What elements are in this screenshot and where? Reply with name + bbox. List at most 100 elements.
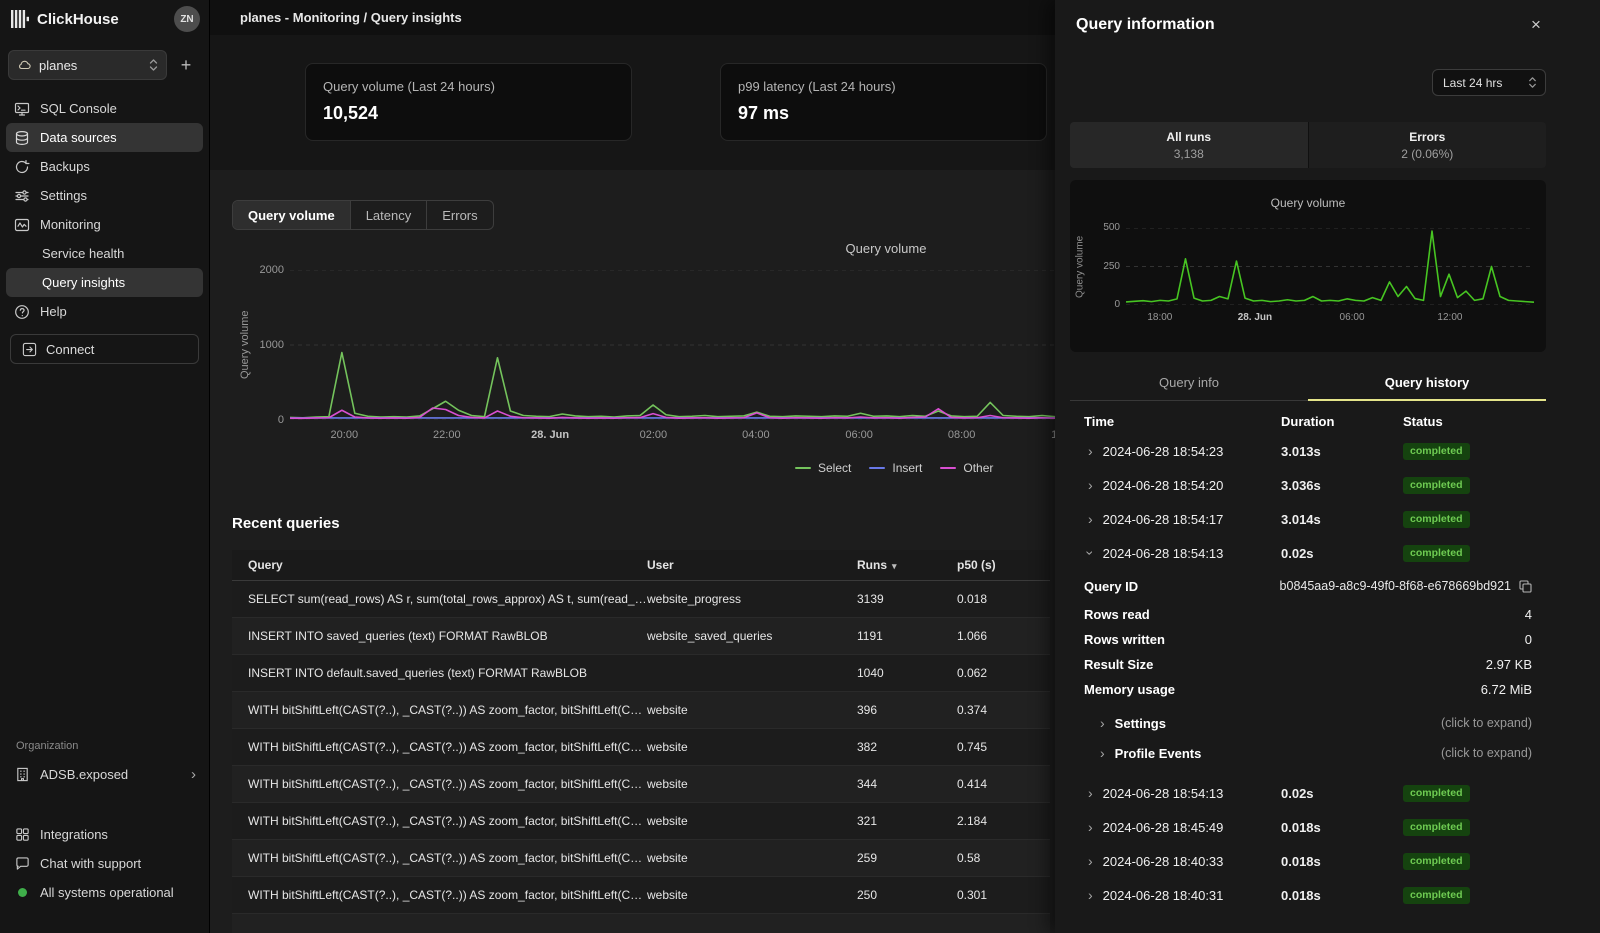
query-volume-stat-card: Query volume (Last 24 hours) 10,524 bbox=[305, 63, 632, 141]
chevron-down-icon[interactable]: › bbox=[1083, 551, 1097, 556]
status-badge: completed bbox=[1403, 545, 1470, 562]
legend-item[interactable]: Other bbox=[940, 461, 993, 475]
query-cell: WITH bitShiftLeft(CAST(?..), _CAST(?..))… bbox=[232, 740, 647, 754]
query-cell: SELECT sum(read_rows) AS r, sum(total_ro… bbox=[232, 592, 647, 606]
runs-cell: 3139 bbox=[857, 592, 957, 606]
sidebar-item-help[interactable]: Help bbox=[6, 297, 203, 326]
sidebar-item-query-insights[interactable]: Query insights bbox=[6, 268, 203, 297]
user-cell: website_progress bbox=[647, 592, 857, 606]
chevron-right-icon[interactable]: › bbox=[1088, 512, 1093, 526]
dropdown-updown-icon bbox=[1528, 76, 1537, 89]
chevron-right-icon[interactable]: › bbox=[1088, 786, 1093, 800]
query-cell: INSERT INTO default.saved_queries (text)… bbox=[232, 666, 647, 680]
chevron-right-icon[interactable]: › bbox=[1088, 820, 1093, 834]
chart-plot-area[interactable] bbox=[1126, 228, 1534, 305]
p50-cell: 0.018 bbox=[957, 592, 1050, 606]
stat-tab-label: All runs bbox=[1166, 130, 1211, 144]
profile-events-expander[interactable]: › Profile Events (click to expand) bbox=[1055, 738, 1600, 768]
organization-selector[interactable]: ADSB.exposed › bbox=[6, 760, 204, 789]
col-p50[interactable]: p50 (s) bbox=[957, 558, 1050, 572]
expander-label: Profile Events bbox=[1115, 746, 1202, 761]
query-history-table: Time Duration Status ›2024-06-28 18:54:2… bbox=[1055, 408, 1600, 912]
table-row[interactable]: WITH bitShiftLeft(CAST(?..), _CAST(?..))… bbox=[232, 729, 1050, 766]
run-time: 2024-06-28 18:54:13 bbox=[1103, 786, 1224, 801]
stat-tab-errors[interactable]: Errors 2 (0.06%) bbox=[1308, 122, 1547, 168]
close-icon[interactable]: × bbox=[1525, 15, 1547, 35]
sidebar: ClickHouse ZN planes + SQL Console bbox=[0, 0, 210, 933]
time-range-dropdown[interactable]: Last 24 hrs bbox=[1432, 69, 1546, 96]
run-duration: 3.014s bbox=[1281, 512, 1403, 527]
col-query[interactable]: Query bbox=[232, 558, 647, 572]
sidebar-item-monitoring[interactable]: Monitoring bbox=[6, 210, 203, 239]
service-selector[interactable]: planes bbox=[8, 50, 167, 80]
user-avatar[interactable]: ZN bbox=[174, 6, 200, 32]
chevron-right-icon[interactable]: › bbox=[1088, 888, 1093, 902]
table-row-partial[interactable] bbox=[232, 914, 1050, 933]
chevron-right-icon[interactable]: › bbox=[1088, 444, 1093, 458]
connect-button[interactable]: Connect bbox=[10, 334, 199, 364]
table-row[interactable]: SELECT sum(read_rows) AS r, sum(total_ro… bbox=[232, 581, 1050, 618]
tab-latency[interactable]: Latency bbox=[351, 201, 428, 229]
footer-item-label: All systems operational bbox=[40, 885, 174, 900]
chevron-right-icon[interactable]: › bbox=[1088, 478, 1093, 492]
status-all-systems[interactable]: All systems operational bbox=[6, 878, 204, 907]
history-row[interactable]: ›2024-06-28 18:54:17 3.014s completed bbox=[1055, 502, 1600, 536]
tab-query-info[interactable]: Query info bbox=[1070, 368, 1308, 400]
legend-item[interactable]: Insert bbox=[869, 461, 922, 475]
col-user[interactable]: User bbox=[647, 558, 857, 572]
history-row[interactable]: ›2024-06-28 18:40:31 0.018s completed bbox=[1055, 878, 1600, 912]
history-row[interactable]: ›2024-06-28 18:54:20 3.036s completed bbox=[1055, 468, 1600, 502]
sidebar-item-chat-support[interactable]: Chat with support bbox=[6, 849, 204, 878]
p50-cell: 1.066 bbox=[957, 629, 1050, 643]
stat-tab-value: 2 (0.06%) bbox=[1401, 147, 1453, 161]
settings-expander[interactable]: › Settings (click to expand) bbox=[1055, 708, 1600, 738]
tab-errors[interactable]: Errors bbox=[427, 201, 492, 229]
query-cell: WITH bitShiftLeft(CAST(?..), _CAST(?..))… bbox=[232, 851, 647, 865]
table-row[interactable]: WITH bitShiftLeft(CAST(?..), _CAST(?..))… bbox=[232, 803, 1050, 840]
col-runs[interactable]: Runs▾ bbox=[857, 558, 957, 572]
sidebar-item-service-health[interactable]: Service health bbox=[6, 239, 203, 268]
runs-cell: 1040 bbox=[857, 666, 957, 680]
copy-icon[interactable] bbox=[1519, 580, 1532, 593]
table-row[interactable]: WITH bitShiftLeft(CAST(?..), _CAST(?..))… bbox=[232, 766, 1050, 803]
history-row[interactable]: ›2024-06-28 18:40:33 0.018s completed bbox=[1055, 844, 1600, 878]
terminal-icon bbox=[14, 101, 30, 117]
history-row-expanded[interactable]: ›2024-06-28 18:54:13 0.02s completed bbox=[1055, 536, 1600, 570]
sidebar-item-label: Help bbox=[40, 304, 67, 319]
history-row[interactable]: ›2024-06-28 18:54:23 3.013s completed bbox=[1055, 434, 1600, 468]
sidebar-item-data-sources[interactable]: Data sources bbox=[6, 123, 203, 152]
table-row[interactable]: INSERT INTO saved_queries (text) FORMAT … bbox=[232, 618, 1050, 655]
history-row[interactable]: ›2024-06-28 18:54:13 0.02s completed bbox=[1055, 776, 1600, 810]
tab-query-volume[interactable]: Query volume bbox=[233, 201, 351, 229]
legend-item[interactable]: Select bbox=[795, 461, 851, 475]
building-icon bbox=[14, 767, 30, 782]
sidebar-item-sql-console[interactable]: SQL Console bbox=[6, 94, 203, 123]
table-row[interactable]: INSERT INTO default.saved_queries (text)… bbox=[232, 655, 1050, 692]
stat-tab-all-runs[interactable]: All runs 3,138 bbox=[1070, 122, 1308, 168]
history-row[interactable]: ›2024-06-28 18:45:49 0.018s completed bbox=[1055, 810, 1600, 844]
y-axis-label: Query volume bbox=[238, 270, 252, 420]
table-row[interactable]: WITH bitShiftLeft(CAST(?..), _CAST(?..))… bbox=[232, 840, 1050, 877]
run-duration: 0.018s bbox=[1281, 820, 1403, 835]
query-volume-chart: Query volume Query volume 010002000 20:0… bbox=[210, 235, 1055, 485]
table-row[interactable]: WITH bitShiftLeft(CAST(?..), _CAST(?..))… bbox=[232, 877, 1050, 914]
chart-plot-area[interactable] bbox=[290, 270, 1055, 420]
sliders-icon bbox=[14, 188, 30, 204]
chevron-right-icon[interactable]: › bbox=[1088, 854, 1093, 868]
clickhouse-logo-icon[interactable] bbox=[11, 10, 29, 28]
sidebar-item-backups[interactable]: Backups bbox=[6, 152, 203, 181]
status-badge: completed bbox=[1403, 443, 1470, 460]
status-badge: completed bbox=[1403, 819, 1470, 836]
query-id-label: Query ID bbox=[1084, 579, 1138, 594]
sidebar-item-settings[interactable]: Settings bbox=[6, 181, 203, 210]
recent-queries-section: Recent queries Query User Runs▾ p50 (s) … bbox=[232, 515, 1050, 933]
run-time: 2024-06-28 18:40:31 bbox=[1103, 888, 1224, 903]
monitoring-pulse-icon bbox=[14, 217, 30, 233]
stat-value: 10,524 bbox=[323, 103, 614, 124]
sidebar-item-integrations[interactable]: Integrations bbox=[6, 820, 204, 849]
tab-query-history[interactable]: Query history bbox=[1308, 368, 1546, 401]
add-service-button[interactable]: + bbox=[173, 52, 199, 78]
run-time: 2024-06-28 18:54:23 bbox=[1103, 444, 1224, 459]
table-row[interactable]: WITH bitShiftLeft(CAST(?..), _CAST(?..))… bbox=[232, 692, 1050, 729]
status-dot-icon bbox=[14, 888, 30, 897]
